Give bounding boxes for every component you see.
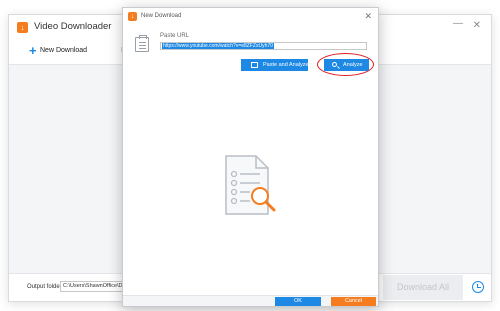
dialog-title: New Download [141, 13, 182, 19]
paste-icon [251, 62, 258, 68]
url-input[interactable]: https://www.youtube.com/watch?v=e8ZFZxUy… [160, 42, 367, 50]
paste-url-label: Paste URL [160, 33, 190, 39]
paste-and-analyze-button[interactable]: Paste and Analyze [241, 59, 309, 71]
close-button[interactable]: ✕ [473, 20, 481, 31]
app-title: Video Downloader [34, 21, 112, 32]
dialog-body: Paste URL https://www.youtube.com/watch?… [123, 26, 378, 297]
paste-icon [135, 35, 149, 52]
new-download-label: New Download [40, 47, 88, 54]
document-search-icon [225, 155, 276, 215]
app-logo-icon: ↓ [17, 22, 28, 33]
new-download-dialog: ↓ New Download ✕ Paste URL https://www.y… [122, 7, 379, 307]
alarm-clock-icon[interactable] [472, 281, 484, 293]
download-all-button[interactable]: Download All [383, 275, 463, 300]
output-folder-field[interactable]: C:\Users\ShawnOffice\Docume [60, 281, 130, 292]
paste-and-analyze-label: Paste and Analyze [263, 62, 309, 68]
dialog-title-bar: ↓ New Download ✕ [123, 8, 378, 26]
annotation-highlight-circle [317, 53, 374, 76]
download-logo-icon: ↓ [128, 12, 137, 21]
dialog-close-button[interactable]: ✕ [364, 11, 372, 22]
screen: ↓ Video Downloader — ✕ + New Download I … [0, 0, 500, 311]
output-folder-label: Output folder: [27, 284, 64, 290]
ok-button[interactable]: OK [275, 297, 321, 306]
dialog-footer: OK Cancel [123, 295, 378, 306]
cancel-button[interactable]: Cancel [331, 297, 376, 306]
minimize-button[interactable]: — [453, 18, 463, 29]
plus-icon: + [29, 43, 37, 58]
url-input-value: https://www.youtube.com/watch?v=e8ZFZxUy… [162, 43, 274, 49]
